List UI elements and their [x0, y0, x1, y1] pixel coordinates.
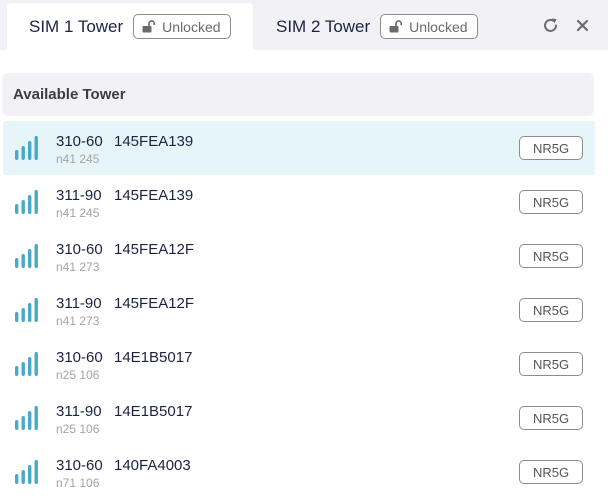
tower-plmn: 311-90	[56, 187, 102, 204]
lock-status-badge[interactable]: Unlocked	[380, 14, 478, 39]
close-icon[interactable]	[571, 14, 593, 36]
signal-strength-icon	[15, 298, 41, 327]
tower-band: n71 106	[56, 476, 100, 490]
tower-cell-id: 145FEA12F	[114, 295, 195, 312]
tower-tech-badge[interactable]: NR5G	[519, 352, 583, 376]
tower-plmn: 311-90	[56, 403, 102, 420]
tab-sim2-tower[interactable]: SIM 2 Tower Unlocked	[262, 3, 502, 50]
tower-tech-badge[interactable]: NR5G	[519, 406, 583, 430]
tower-tech-badge[interactable]: NR5G	[519, 190, 583, 214]
tower-identity: 310-60 140FA4003	[56, 457, 191, 474]
available-tower-header: Available Tower	[2, 73, 594, 116]
tower-cell-id: 14E1B5017	[114, 403, 193, 420]
tower-identity: 311-90 145FEA12F	[56, 295, 194, 312]
tower-plmn: 310-60	[56, 349, 103, 366]
tower-identity: 310-60 145FEA139	[56, 133, 193, 150]
sim-tower-panel: SIM 1 Tower Unlocked SIM 2 Tower Unlocke…	[0, 0, 608, 499]
signal-strength-icon	[15, 460, 41, 489]
tab-label: SIM 1 Tower	[29, 16, 124, 36]
tower-plmn: 310-60	[56, 133, 103, 150]
tower-tech-badge[interactable]: NR5G	[519, 244, 583, 268]
signal-strength-icon	[15, 190, 41, 219]
tower-identity: 311-90 145FEA139	[56, 187, 193, 204]
tower-band: n41 273	[56, 260, 100, 274]
tower-plmn: 310-60	[56, 457, 103, 474]
tower-row[interactable]: 310-60 145FEA12F n41 273 NR5G	[3, 229, 595, 283]
lock-status-label: Unlocked	[162, 18, 221, 35]
tower-cell-id: 145FEA12F	[114, 241, 195, 258]
tower-identity: 310-60 14E1B5017	[56, 349, 192, 366]
tower-identity: 310-60 145FEA12F	[56, 241, 194, 258]
tab-bar: SIM 1 Tower Unlocked SIM 2 Tower Unlocke…	[0, 0, 608, 50]
tower-row[interactable]: 311-90 14E1B5017 n25 106 NR5G	[3, 391, 595, 445]
lock-status-badge[interactable]: Unlocked	[133, 14, 231, 39]
tower-band: n41 245	[56, 206, 100, 220]
tower-tech-badge[interactable]: NR5G	[519, 298, 583, 322]
lock-status-label: Unlocked	[409, 18, 468, 35]
tower-row[interactable]: 311-90 145FEA12F n41 273 NR5G	[3, 283, 595, 337]
signal-strength-icon	[15, 406, 41, 435]
signal-strength-icon	[15, 352, 41, 381]
refresh-icon[interactable]	[539, 14, 561, 36]
tower-band: n25 106	[56, 422, 100, 436]
tower-plmn: 310-60	[56, 241, 103, 258]
tower-list: 310-60 145FEA139 n41 245 NR5G 311-90 145FE…	[3, 121, 595, 499]
unlock-icon	[142, 20, 156, 33]
tower-band: n41 273	[56, 314, 100, 328]
tower-identity: 311-90 14E1B5017	[56, 403, 192, 420]
unlock-icon	[389, 20, 403, 33]
tower-row[interactable]: 310-60 145FEA139 n41 245 NR5G	[3, 121, 595, 175]
tower-row[interactable]: 310-60 140FA4003 n71 106 NR5G	[3, 445, 595, 499]
tower-plmn: 311-90	[56, 295, 102, 312]
tab-sim1-tower[interactable]: SIM 1 Tower Unlocked	[7, 3, 253, 50]
tower-cell-id: 145FEA139	[114, 187, 194, 204]
tower-band: n25 106	[56, 368, 100, 382]
signal-strength-icon	[15, 136, 41, 165]
tower-row[interactable]: 310-60 14E1B5017 n25 106 NR5G	[3, 337, 595, 391]
tower-row[interactable]: 311-90 145FEA139 n41 245 NR5G	[3, 175, 595, 229]
tower-band: n41 245	[56, 152, 100, 166]
section-title: Available Tower	[13, 86, 126, 103]
tower-cell-id: 14E1B5017	[114, 349, 193, 366]
signal-strength-icon	[15, 244, 41, 273]
tower-cell-id: 140FA4003	[114, 457, 191, 474]
tower-tech-badge[interactable]: NR5G	[519, 136, 583, 160]
tab-label: SIM 2 Tower	[276, 16, 371, 36]
tower-cell-id: 145FEA139	[114, 133, 194, 150]
tower-tech-badge[interactable]: NR5G	[519, 460, 583, 484]
